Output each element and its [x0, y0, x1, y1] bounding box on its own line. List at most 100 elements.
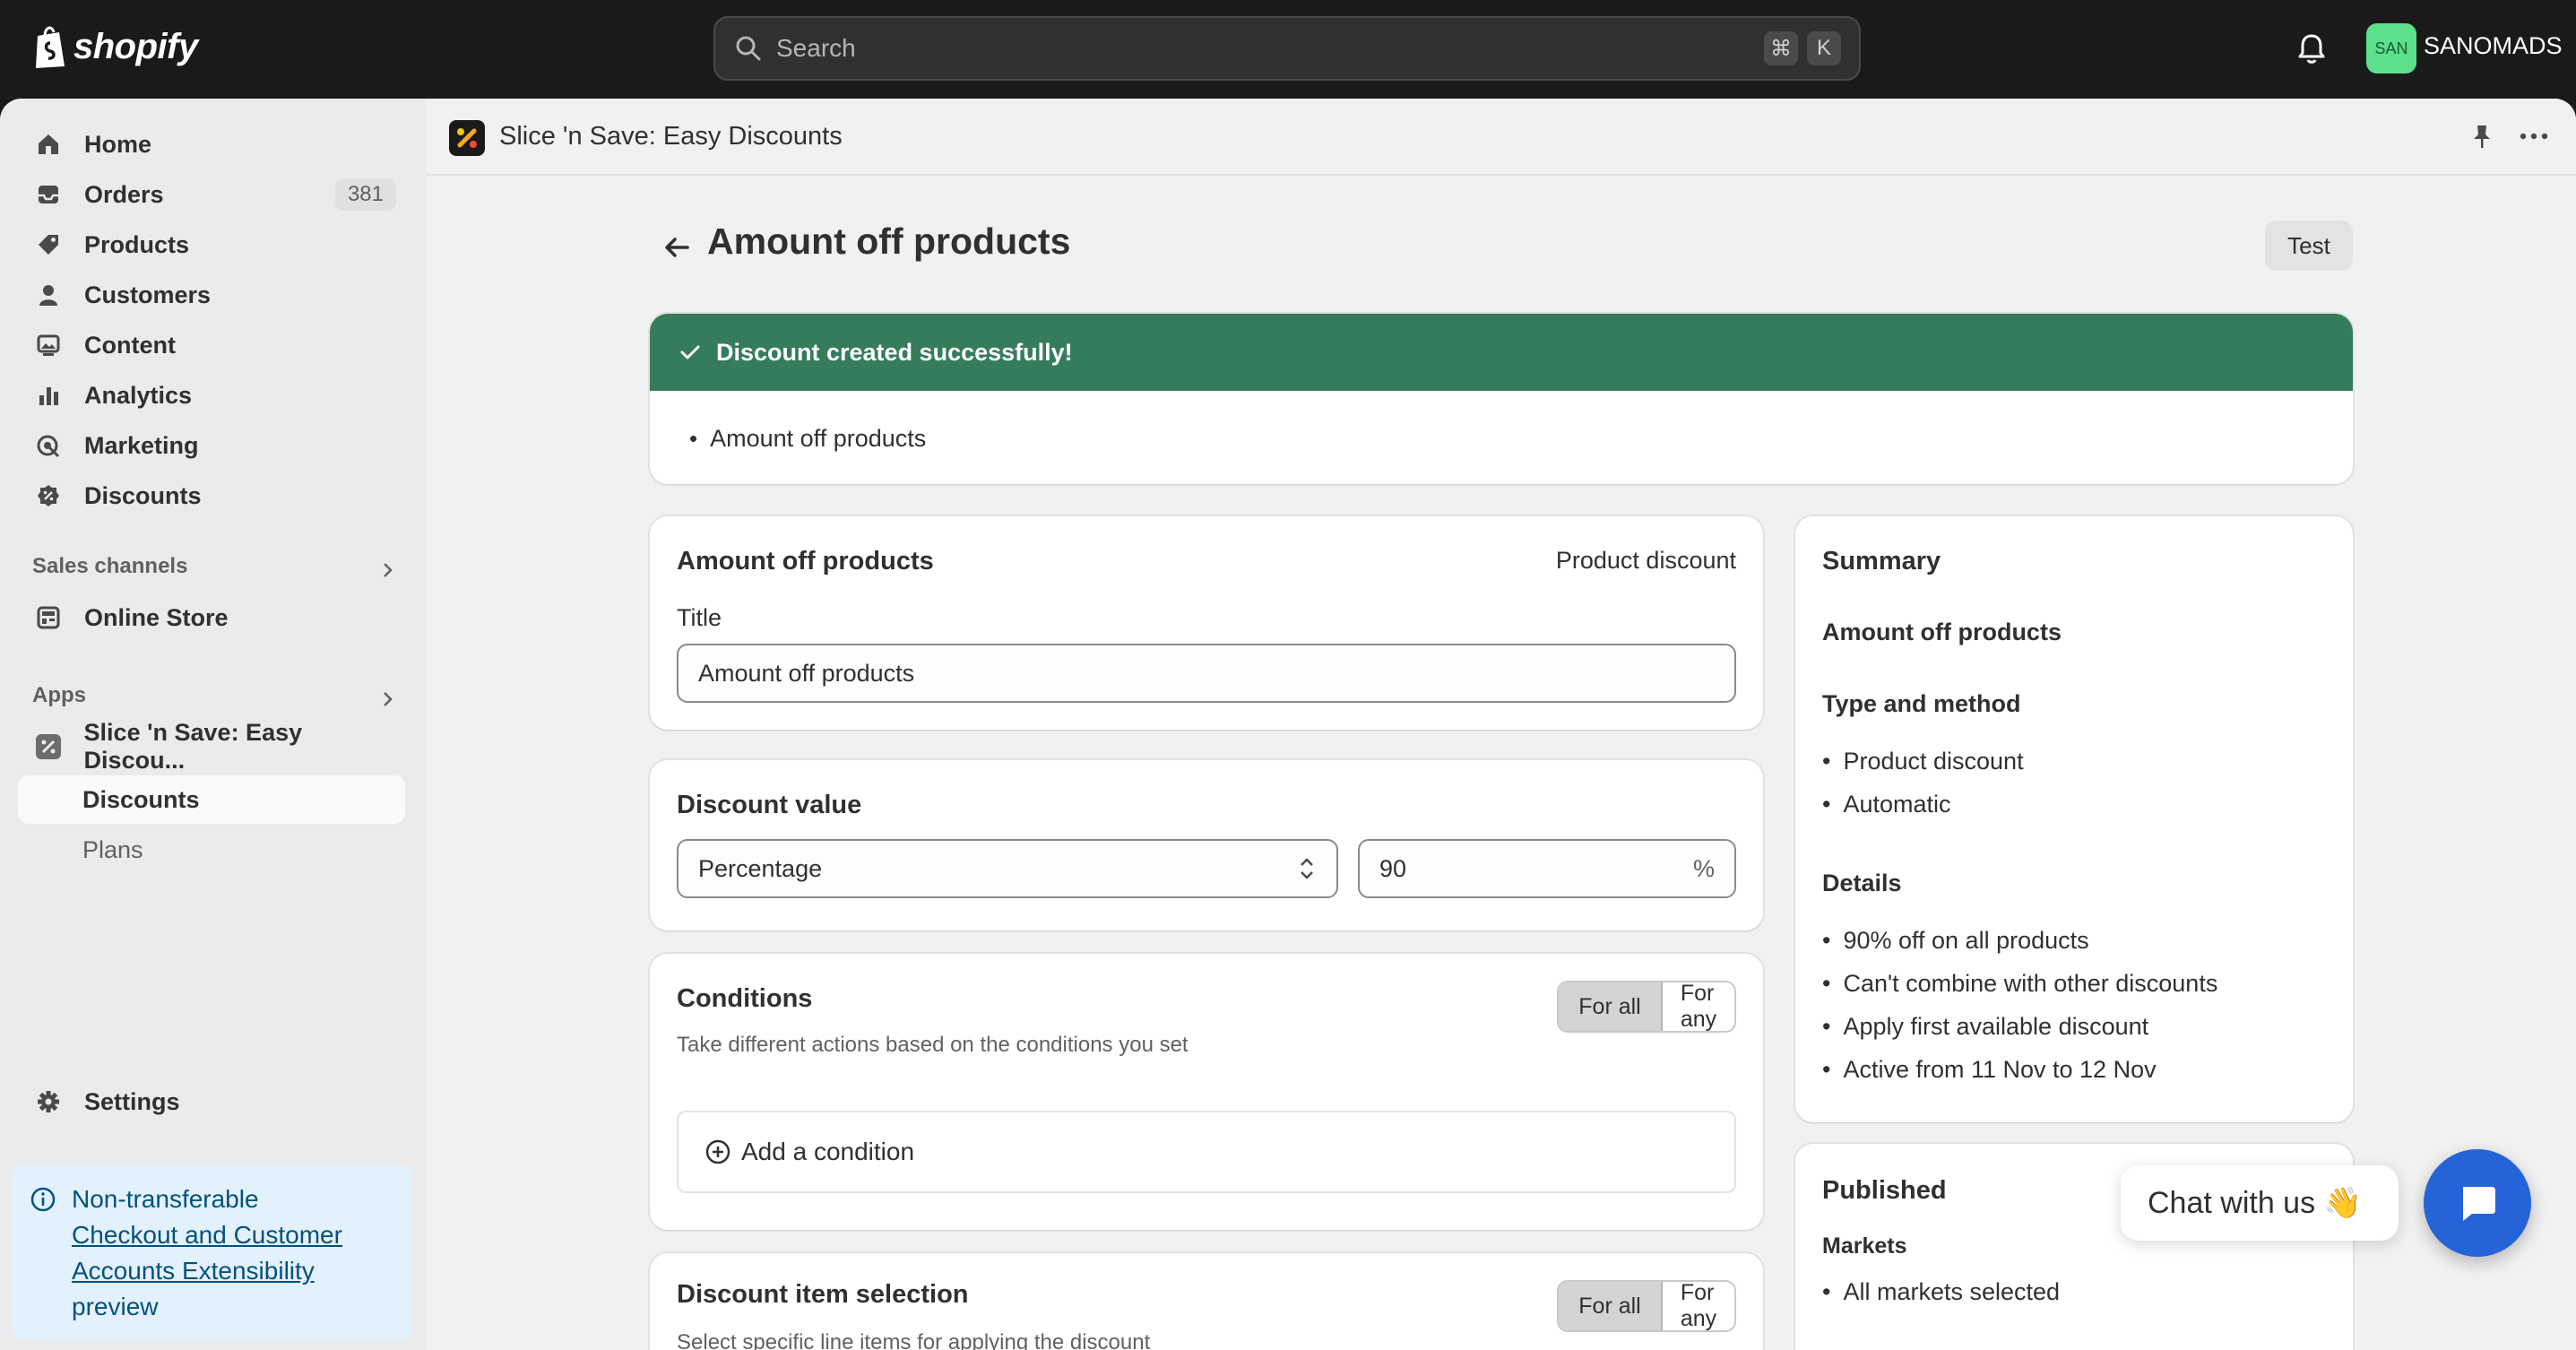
chat-bubble-icon: [2463, 1187, 2495, 1221]
sidebar-item-discounts[interactable]: Discounts: [18, 474, 405, 517]
conditions-for-all-option[interactable]: For all: [1559, 982, 1663, 1031]
item-selection-for-all-option[interactable]: For all: [1559, 1282, 1663, 1330]
summary-detail-item: 90% off on all products: [1822, 927, 2088, 955]
store-icon: [34, 603, 63, 632]
gear-icon: [34, 1087, 63, 1116]
item-selection-mode-toggle: For all For any: [1557, 1280, 1736, 1332]
sidebar-item-marketing[interactable]: Marketing: [18, 424, 405, 467]
add-condition-label: Add a condition: [741, 1138, 915, 1165]
discount-amount-input[interactable]: 90 %: [1358, 839, 1736, 898]
shortcut-k-key: K: [1807, 31, 1841, 65]
summary-card: Summary Amount off products Type and met…: [1795, 516, 2353, 1122]
main-frame: Home Orders 381 Products Customers Conte…: [0, 99, 2576, 1350]
sidebar-item-label: Customers: [84, 281, 212, 308]
bar-chart-icon: [34, 381, 63, 410]
sidebar-item-online-store[interactable]: Online Store: [18, 596, 405, 639]
sales-channels-heading[interactable]: Sales channels: [32, 554, 187, 579]
plus-circle-icon: [705, 1139, 730, 1164]
conditions-title: Conditions: [677, 984, 813, 1013]
app-logo-icon: [449, 120, 485, 156]
back-arrow-icon[interactable]: [659, 229, 695, 265]
chat-with-us-prompt[interactable]: Chat with us 👋: [2121, 1165, 2399, 1241]
discount-icon: [34, 481, 63, 510]
summary-type-item: Product discount: [1822, 748, 2023, 775]
select-chevrons-icon: [1301, 858, 1313, 879]
sidebar-item-content[interactable]: Content: [18, 324, 405, 367]
sidebar-item-label: Products: [84, 230, 190, 258]
item-selection-title: Discount item selection: [677, 1280, 969, 1309]
chevron-right-icon[interactable]: [376, 688, 398, 710]
inbox-icon: [34, 180, 63, 209]
banner-link[interactable]: Checkout and Customer Accounts Extensibi…: [72, 1221, 342, 1285]
top-bar: shopify Search ⌘ K SAN SANOMADS: [0, 0, 2576, 99]
sidebar-item-settings[interactable]: Settings: [18, 1080, 405, 1123]
search-bar[interactable]: Search ⌘ K: [713, 16, 1861, 81]
target-icon: [34, 431, 63, 460]
sidebar-item-label: Settings: [84, 1087, 180, 1115]
discount-type-value: Percentage: [698, 854, 823, 882]
sidebar: Home Orders 381 Products Customers Conte…: [0, 99, 426, 1350]
sidebar-item-label: Online Store: [84, 603, 229, 631]
app-icon: [34, 732, 63, 761]
sidebar-item-customers[interactable]: Customers: [18, 273, 405, 316]
content-area: Slice 'n Save: Easy Discounts Amount off…: [426, 99, 2576, 1350]
search-icon: [736, 36, 761, 61]
apps-heading[interactable]: Apps: [32, 683, 86, 708]
sidebar-item-label: Analytics: [84, 381, 193, 409]
title-input[interactable]: Amount off products: [677, 644, 1736, 703]
sidebar-item-label: Slice 'n Save: Easy Discou...: [83, 719, 303, 774]
image-icon: [34, 331, 63, 359]
discount-amount-value: 90: [1379, 854, 1407, 882]
chat-launcher-button[interactable]: [2424, 1149, 2531, 1257]
details-heading: Details: [1822, 870, 1902, 896]
page-title: Amount off products: [707, 221, 1071, 262]
app-header: Slice 'n Save: Easy Discounts: [426, 99, 2576, 176]
orders-count-badge: 381: [334, 178, 396, 211]
search-input[interactable]: Search: [776, 34, 1755, 63]
pin-icon[interactable]: [2468, 122, 2496, 151]
sidebar-item-app-slice-n-save[interactable]: Slice 'n Save: Easy Discou...: [18, 719, 405, 774]
discount-method-card: Amount off products Product discount Tit…: [650, 516, 1763, 730]
extensibility-preview-banner: Non-transferable Checkout and Customer A…: [11, 1165, 412, 1341]
published-title: Published: [1822, 1176, 1947, 1205]
success-banner-header: Discount created successfully!: [650, 314, 2353, 391]
sidebar-item-label: Content: [84, 331, 176, 359]
success-banner: Discount created successfully! Amount of…: [650, 314, 2353, 484]
conditions-mode-toggle: For all For any: [1557, 981, 1736, 1033]
home-icon: [34, 130, 63, 159]
store-name[interactable]: SANOMADS: [2424, 32, 2563, 60]
item-selection-for-any-option[interactable]: For any: [1663, 1282, 1734, 1330]
conditions-card: Conditions Take different actions based …: [650, 954, 1763, 1230]
sidebar-item-analytics[interactable]: Analytics: [18, 374, 405, 417]
title-field-label: Title: [677, 604, 722, 631]
shopify-logo[interactable]: shopify: [32, 23, 198, 70]
more-horizontal-icon[interactable]: [2516, 122, 2552, 151]
sidebar-item-label: Marketing: [84, 431, 199, 459]
type-and-method-heading: Type and method: [1822, 690, 2021, 717]
avatar[interactable]: SAN: [2366, 23, 2416, 74]
add-condition-button[interactable]: Add a condition: [677, 1111, 1736, 1193]
conditions-help-text: Take different actions based on the cond…: [677, 1033, 1189, 1057]
sidebar-item-products[interactable]: Products: [18, 223, 405, 266]
shopify-bag-icon: [36, 26, 65, 68]
sidebar-subitem-plans[interactable]: Plans: [18, 826, 405, 874]
sidebar-item-label: Orders: [84, 180, 164, 208]
bell-icon[interactable]: [2295, 30, 2329, 66]
shortcut-cmd-key: ⌘: [1764, 31, 1798, 65]
test-badge: Test: [2265, 221, 2353, 271]
sidebar-item-home[interactable]: Home: [18, 123, 405, 166]
method-card-title: Amount off products: [677, 547, 934, 575]
discount-value-title: Discount value: [677, 791, 862, 819]
markets-item: All markets selected: [1822, 1278, 2060, 1306]
discount-type-select[interactable]: Percentage: [677, 839, 1338, 898]
sidebar-item-label: Discounts: [84, 481, 202, 509]
chevron-right-icon[interactable]: [376, 559, 398, 581]
percent-suffix: %: [1692, 854, 1715, 882]
conditions-for-any-option[interactable]: For any: [1663, 982, 1734, 1031]
summary-detail-item: Can't combine with other discounts: [1822, 970, 2217, 998]
sidebar-item-orders[interactable]: Orders 381: [18, 173, 405, 216]
sidebar-subitem-discounts[interactable]: Discounts: [18, 775, 405, 824]
markets-heading: Markets: [1822, 1233, 1907, 1259]
summary-title: Summary: [1822, 547, 1941, 575]
discount-type-label: Product discount: [1555, 547, 1736, 574]
